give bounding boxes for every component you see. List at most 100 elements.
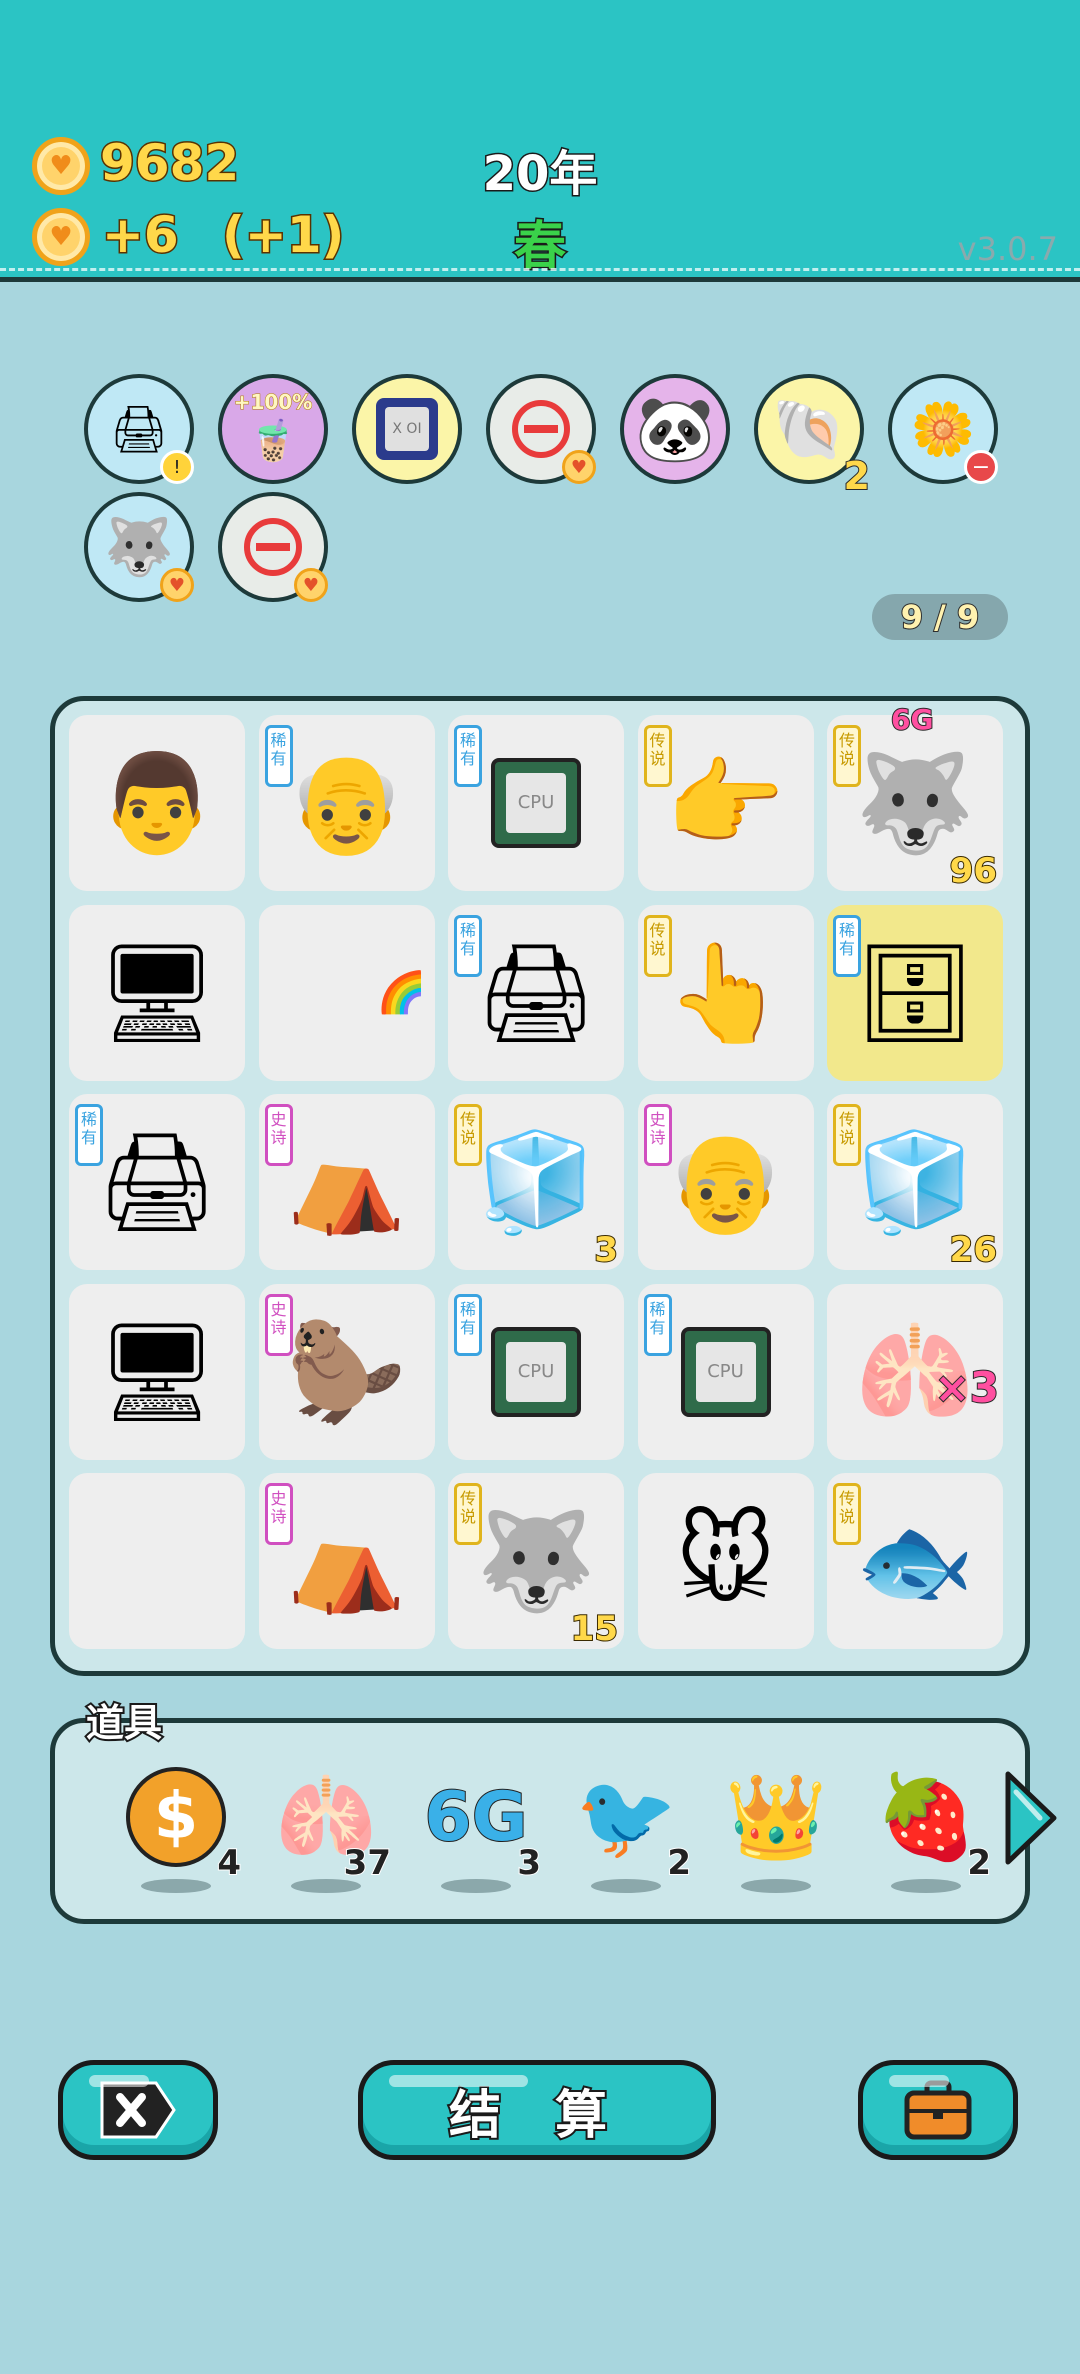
coin-income: +6	[101, 205, 181, 266]
printer-icon: 🖨	[96, 1126, 218, 1238]
rarity-tag: 传说	[454, 1104, 482, 1166]
board-cell-koi-fish[interactable]: 传说 🐟	[827, 1473, 1003, 1649]
board-cell-rabbit-tent[interactable]: 史诗 ⛺	[258, 1094, 435, 1270]
rarity-tag: 传说	[833, 725, 861, 787]
empty-rainbow-icon: 🌈	[376, 969, 427, 1016]
status-panda[interactable]: 🐼	[620, 374, 730, 484]
item-count: 3	[516, 1842, 542, 1884]
cell-count: 15	[570, 1608, 619, 1650]
warning-icon: !	[160, 450, 194, 484]
board-cell-bald-man[interactable]: 稀有 👴	[258, 715, 435, 891]
server-tower-icon: 🗄	[854, 936, 976, 1049]
item-strawberry[interactable]: 🍓 2	[861, 1763, 992, 1893]
board-cell-printer[interactable]: 稀有 🖨	[69, 1094, 245, 1270]
board-cell-pointing-hand-up[interactable]: 传说 👆	[637, 904, 814, 1081]
cell-count: 26	[949, 1229, 998, 1271]
board-cell-liver-x3[interactable]: 🫁 ×3	[827, 1283, 1003, 1460]
husky-king-icon: 🐺	[476, 1505, 596, 1617]
milk-tea-icon: 🧋	[248, 417, 298, 464]
monitor-icon: 🖥	[96, 1315, 218, 1428]
settle-button[interactable]: 结 算	[358, 2060, 716, 2160]
board-cell-monitor[interactable]: 🖥	[69, 1283, 245, 1460]
board-cell-pointing-hand[interactable]: 传说 👉	[637, 715, 814, 891]
item-dollar-coin[interactable]: $ 4	[111, 1763, 242, 1893]
coin-income-bonus: (+1)	[220, 205, 345, 266]
cpu-chip-icon: CPU	[491, 1326, 581, 1417]
printer-icon: 🖨	[109, 401, 169, 456]
rarity-tag: 史诗	[264, 1293, 293, 1356]
potted-flower-icon: 🌼	[910, 399, 976, 460]
item-6g[interactable]: 6G 3	[411, 1763, 542, 1893]
pointing-hand-icon: 👉	[665, 747, 786, 859]
printer-icon: 🖨	[475, 936, 597, 1049]
board-cell-cpu-chip-rainbow[interactable]: 稀有 CPU	[637, 1283, 814, 1460]
status-milk-tea[interactable]: +100% 🧋	[218, 374, 328, 484]
board-cell-server-tower[interactable]: 稀有 🗄	[827, 904, 1003, 1081]
old-man-icon: 👴	[665, 1126, 786, 1238]
cell-count: 3	[593, 1229, 619, 1271]
board-cell-otter[interactable]: 史诗 🦫	[258, 1283, 435, 1460]
otter-icon: 🦫	[286, 1315, 407, 1428]
rarity-tag: 稀有	[454, 725, 482, 787]
status-printer-warning[interactable]: 🖨 !	[84, 374, 194, 484]
status-shell[interactable]: 🐚 2	[754, 374, 871, 499]
next-arrow-icon[interactable]	[1000, 1768, 1060, 1868]
minus-icon	[244, 518, 302, 576]
shell-count: 2	[843, 453, 871, 499]
cell-badge: 6G	[890, 702, 934, 737]
board-cell-empty-rainbow[interactable]: 🌈	[258, 904, 435, 1081]
item-crown[interactable]: 👑	[711, 1763, 841, 1893]
status-husky[interactable]: 🐺 ♥	[84, 492, 194, 602]
rarity-tag: 传说	[454, 1483, 482, 1545]
rarity-tag: 稀有	[264, 725, 293, 787]
item-liver[interactable]: 🫁 37	[261, 1763, 392, 1893]
husky-6g-icon: 🐺	[855, 747, 975, 859]
cell-badge: ×3	[934, 1362, 1000, 1413]
board-cell-empty[interactable]	[69, 1473, 245, 1649]
dollar-icon: $	[126, 1767, 226, 1867]
minus-icon	[512, 400, 570, 458]
top-bar: ♥ 9682 ♥ +6 (+1) 20年 春 v3.0.7	[0, 0, 1080, 282]
rarity-tag: 稀有	[833, 914, 861, 977]
board-cell-man-face[interactable]: 👨	[69, 715, 245, 891]
koi-fish-icon: 🐟	[855, 1505, 975, 1617]
close-button[interactable]	[58, 2060, 218, 2160]
remove-icon: −	[964, 450, 998, 484]
items-title: 道具	[84, 1699, 164, 1747]
man-face-icon: 👨	[97, 747, 217, 859]
rarity-tag: 传说	[833, 1483, 861, 1545]
item-count: 37	[343, 1842, 392, 1884]
rabbit-tent-icon: ⛺	[286, 1126, 407, 1238]
board-cell-husky-6g[interactable]: 传说 🐺 96 6G	[827, 702, 1003, 892]
board-cell-cpu-chip[interactable]: 稀有 CPU	[448, 1283, 624, 1460]
item-white-bird[interactable]: 🐦 2	[561, 1763, 692, 1893]
button-shine	[89, 2075, 149, 2087]
heart-coin-icon: ♥	[294, 568, 328, 602]
rarity-tag: 稀有	[454, 1293, 482, 1356]
fridge-heal-icon: 🧊	[476, 1126, 596, 1238]
cpu-chip-rainbow-icon: CPU	[680, 1326, 771, 1417]
board-cell-cpu-chip[interactable]: 稀有 CPU	[448, 715, 624, 891]
status-minus-coin-2[interactable]: ♥	[218, 492, 328, 602]
status-chip[interactable]: X OI	[352, 374, 462, 484]
rarity-tag: 传说	[643, 725, 672, 787]
board-cell-printer[interactable]: 稀有 🖨	[448, 904, 624, 1081]
board-cell-monitor[interactable]: 🖥	[69, 904, 245, 1081]
rarity-tag: 稀有	[643, 1293, 672, 1356]
board-cell-fridge-heal[interactable]: 传说 🧊 3	[448, 1094, 624, 1271]
chip-label: X OI	[385, 407, 429, 451]
header-divider	[0, 268, 1080, 272]
item-shadow	[441, 1879, 511, 1893]
shell-icon: 🐚	[771, 394, 847, 465]
status-flower[interactable]: 🌼 −	[888, 374, 998, 484]
rarity-tag: 史诗	[264, 1483, 293, 1545]
status-minus-coin[interactable]: ♥	[486, 374, 596, 484]
bag-button[interactable]	[858, 2060, 1018, 2160]
mouse-icon: 🐭	[675, 1505, 776, 1617]
board-cell-mouse[interactable]: 🐭	[637, 1473, 814, 1649]
board-cell-rabbit-tent[interactable]: 史诗 ⛺	[258, 1473, 435, 1649]
coin-total: 9682	[98, 133, 240, 194]
board-cell-fridge[interactable]: 传说 🧊 26	[827, 1094, 1003, 1271]
board-cell-old-man[interactable]: 史诗 👴	[637, 1094, 814, 1270]
board-cell-husky-king[interactable]: 传说 🐺 15	[448, 1473, 624, 1650]
